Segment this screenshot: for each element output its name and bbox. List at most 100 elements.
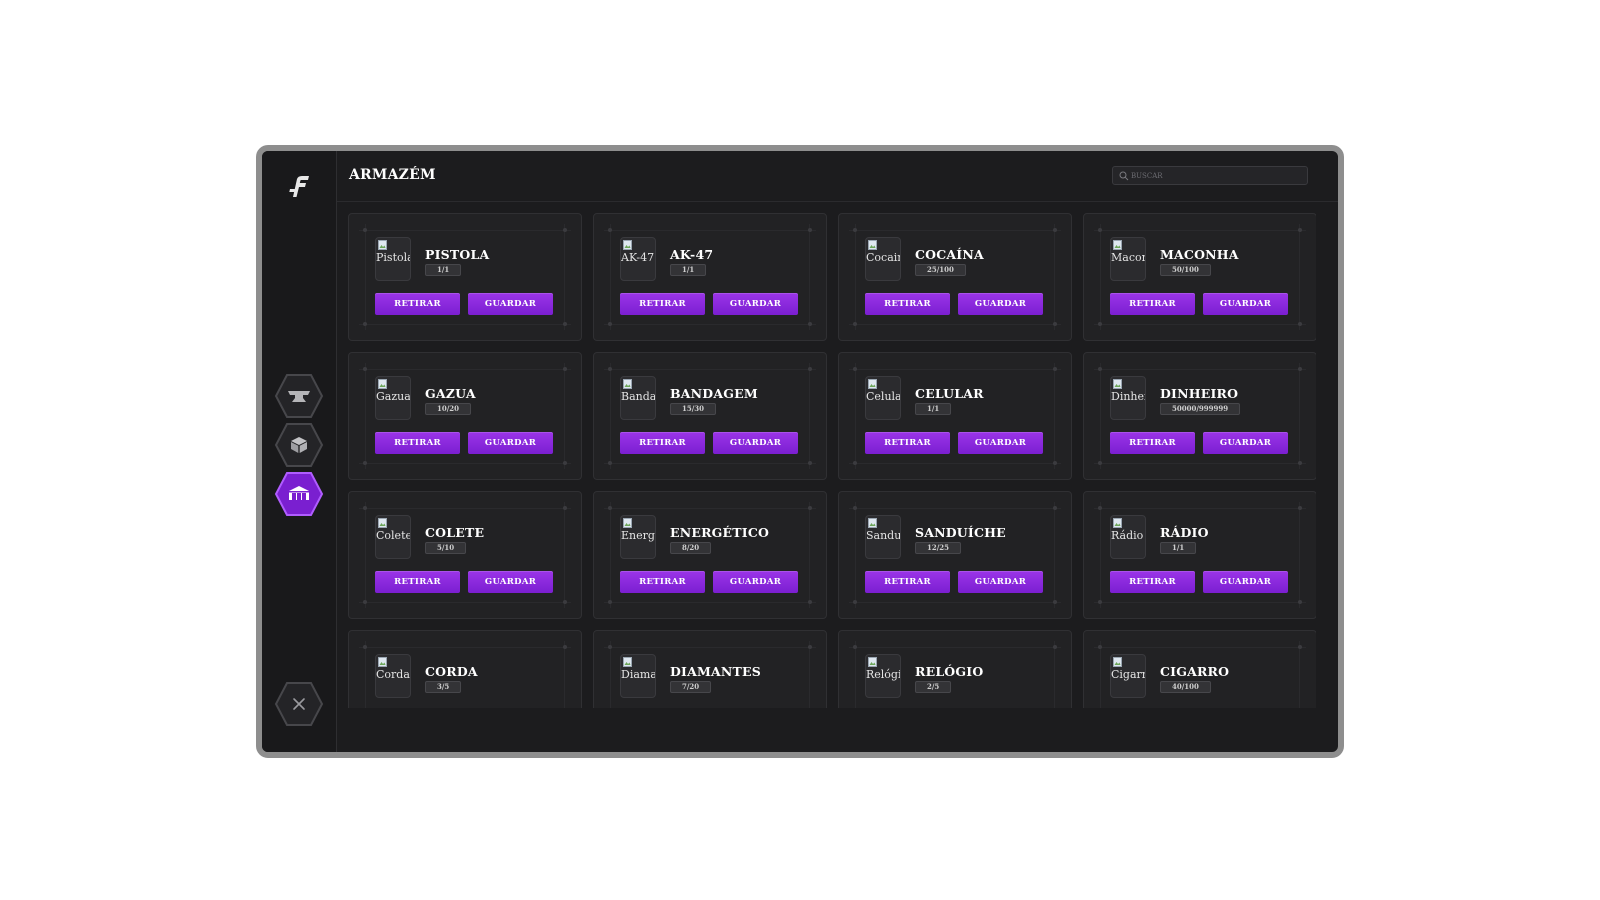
item-image-alt: Relógio	[866, 668, 900, 681]
card-grid-line	[849, 324, 1061, 325]
guardar-button[interactable]: GUARDAR	[1203, 571, 1288, 593]
item-image: Celular	[865, 376, 901, 420]
guardar-button[interactable]: GUARDAR	[713, 432, 798, 454]
sidebar	[262, 151, 337, 752]
item-image-alt: Pistola	[376, 251, 411, 264]
item-quantity-badge: 1/1	[1160, 542, 1197, 554]
item-card-pistola: Pistola PISTOLA 1/1 RETIRAR GUARDAR	[348, 213, 582, 341]
card-corner-dot	[1298, 461, 1302, 465]
item-card-cocaina: Cocaina COCAÍNA 25/100 RETIRAR GUARDAR	[838, 213, 1072, 341]
retirar-button[interactable]: RETIRAR	[865, 571, 950, 593]
card-grid-line	[564, 224, 565, 330]
item-image: Energético	[620, 515, 656, 559]
item-quantity-badge: 8/20	[670, 542, 712, 554]
card-grid-line	[1100, 502, 1101, 608]
card-corner-dot	[363, 367, 367, 371]
card-grid-line	[1299, 224, 1300, 330]
card-grid-line	[359, 463, 571, 464]
card-corner-dot	[608, 645, 612, 649]
f-logo	[284, 171, 314, 201]
card-corner-dot	[1053, 461, 1057, 465]
card-corner-dot	[363, 322, 367, 326]
card-corner-dot	[853, 322, 857, 326]
item-name: BANDAGEM	[670, 386, 758, 401]
card-corner-dot	[1298, 322, 1302, 326]
card-grid-line	[855, 363, 856, 469]
card-corner-dot	[563, 600, 567, 604]
guardar-button[interactable]: GUARDAR	[713, 293, 798, 315]
item-quantity-badge: 15/30	[670, 403, 717, 415]
close-button[interactable]	[274, 681, 324, 727]
card-corner-dot	[608, 600, 612, 604]
search-input[interactable]	[1131, 167, 1303, 184]
item-image: Cocaina	[865, 237, 901, 281]
retirar-button[interactable]: RETIRAR	[620, 571, 705, 593]
guardar-button[interactable]: GUARDAR	[713, 571, 798, 593]
item-image-alt: Cocaina	[866, 251, 900, 264]
item-card-sanduiche: Sanduíche SANDUÍCHE 12/25 RETIRAR GUARDA…	[838, 491, 1072, 619]
broken-image-icon	[623, 657, 632, 667]
card-grid-line	[809, 224, 810, 330]
broken-image-icon	[1113, 379, 1122, 389]
retirar-button[interactable]: RETIRAR	[375, 571, 460, 593]
retirar-button[interactable]: RETIRAR	[1110, 432, 1195, 454]
guardar-button[interactable]: GUARDAR	[1203, 293, 1288, 315]
item-card-dinheiro: Dinheiro DINHEIRO 50000/999999 RETIRAR G…	[1083, 352, 1316, 480]
card-corner-dot	[1098, 506, 1102, 510]
guardar-button[interactable]: GUARDAR	[1203, 432, 1288, 454]
guardar-button[interactable]: GUARDAR	[958, 293, 1043, 315]
card-grid-line	[849, 230, 1061, 231]
guardar-button[interactable]: GUARDAR	[958, 571, 1043, 593]
card-grid-line	[1094, 602, 1306, 603]
item-quantity-badge: 12/25	[915, 542, 962, 554]
search-icon	[1119, 171, 1129, 181]
retirar-button[interactable]: RETIRAR	[1110, 293, 1195, 315]
retirar-button[interactable]: RETIRAR	[375, 293, 460, 315]
retirar-button[interactable]: RETIRAR	[620, 293, 705, 315]
item-card-energetico: Energético ENERGÉTICO 8/20 RETIRAR GUARD…	[593, 491, 827, 619]
card-corner-dot	[808, 645, 812, 649]
item-image-alt: Energético	[621, 529, 655, 542]
item-image: Corda	[375, 654, 411, 698]
card-corner-dot	[363, 228, 367, 232]
guardar-button[interactable]: GUARDAR	[468, 432, 553, 454]
sidebar-item-inventory[interactable]	[274, 422, 324, 468]
retirar-button[interactable]: RETIRAR	[865, 432, 950, 454]
card-grid-line	[359, 324, 571, 325]
item-card-cigarro: Cigarro CIGARRO 40/100 RETIRAR GUARDAR	[1083, 630, 1316, 708]
broken-image-icon	[868, 240, 877, 250]
item-image-alt: Rádio	[1111, 529, 1144, 542]
card-grid-line	[365, 363, 366, 469]
card-corner-dot	[853, 645, 857, 649]
sidebar-item-crafting[interactable]	[274, 373, 324, 419]
card-corner-dot	[608, 228, 612, 232]
item-image: Maconha	[1110, 237, 1146, 281]
card-corner-dot	[1053, 367, 1057, 371]
card-grid-line	[849, 647, 1061, 648]
card-corner-dot	[563, 228, 567, 232]
guardar-button[interactable]: GUARDAR	[958, 432, 1043, 454]
guardar-button[interactable]: GUARDAR	[468, 571, 553, 593]
card-grid-line	[365, 502, 366, 608]
item-name: AK-47	[670, 247, 714, 262]
item-image: Diamantes	[620, 654, 656, 698]
card-grid-line	[849, 602, 1061, 603]
card-corner-dot	[853, 367, 857, 371]
item-name: CIGARRO	[1160, 664, 1230, 679]
search-box[interactable]	[1112, 166, 1308, 185]
card-corner-dot	[608, 461, 612, 465]
card-grid-line	[1054, 224, 1055, 330]
retirar-button[interactable]: RETIRAR	[620, 432, 705, 454]
retirar-button[interactable]: RETIRAR	[1110, 571, 1195, 593]
item-image-alt: AK-47	[621, 251, 655, 264]
item-quantity-badge: 40/100	[1160, 681, 1211, 693]
card-grid-line	[1100, 363, 1101, 469]
retirar-button[interactable]: RETIRAR	[375, 432, 460, 454]
item-image: Bandagem	[620, 376, 656, 420]
retirar-button[interactable]: RETIRAR	[865, 293, 950, 315]
sidebar-item-storage[interactable]	[274, 471, 324, 517]
card-corner-dot	[1098, 228, 1102, 232]
item-card-maconha: Maconha MACONHA 50/100 RETIRAR GUARDAR	[1083, 213, 1316, 341]
guardar-button[interactable]: GUARDAR	[468, 293, 553, 315]
card-grid-line	[604, 324, 816, 325]
